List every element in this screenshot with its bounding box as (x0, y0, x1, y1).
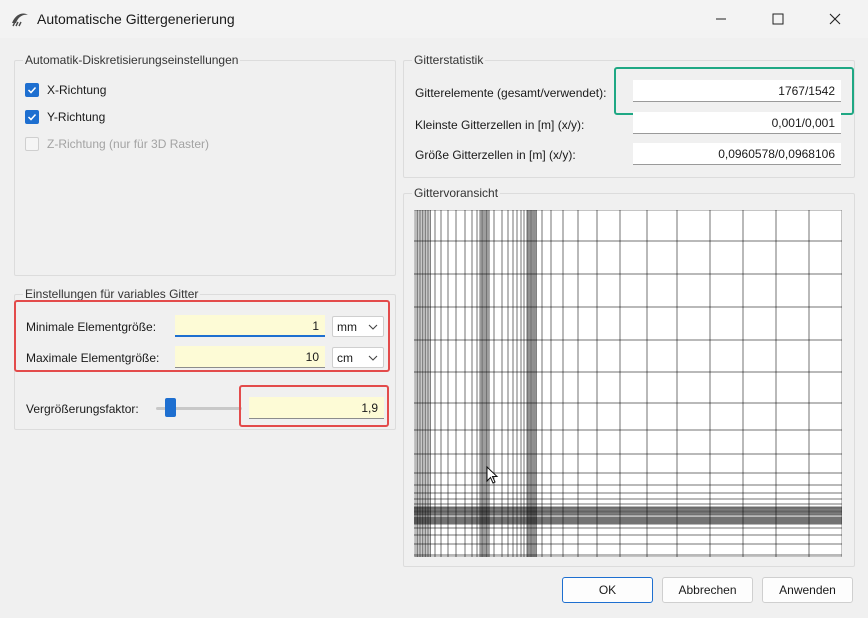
y-direction-checkbox[interactable]: Y-Richtung (25, 108, 105, 126)
smallest-cells-label: Kleinste Gitterzellen in [m] (x/y): (415, 118, 585, 132)
largest-cells-label: Größe Gitterzellen in [m] (x/y): (415, 148, 576, 162)
x-direction-label: X-Richtung (47, 83, 107, 97)
z-direction-checkbox[interactable]: Z-Richtung (nur für 3D Raster) (25, 135, 209, 153)
checkbox-checked-icon (25, 110, 39, 124)
app-logo-icon (12, 13, 28, 27)
z-direction-label: Z-Richtung (nur für 3D Raster) (47, 137, 210, 151)
discretization-group: Automatik-Diskretisierungseinstellungen … (14, 53, 396, 276)
close-icon (829, 13, 841, 25)
discretization-group-title: Automatik-Diskretisierungseinstellungen (23, 53, 241, 67)
apply-button[interactable]: Anwenden (762, 577, 853, 603)
grid-elements-highlight (614, 67, 854, 115)
growth-factor-label: Vergrößerungsfaktor: (26, 402, 139, 416)
y-direction-label: Y-Richtung (47, 110, 106, 124)
maximize-icon (772, 13, 784, 25)
growth-factor-slider-thumb[interactable] (164, 398, 176, 417)
maximize-button[interactable] (755, 0, 801, 38)
mouse-cursor-icon (486, 466, 499, 484)
minimize-button[interactable] (698, 0, 744, 38)
largest-cells-value: 0,0960578/0,0968106 (633, 143, 841, 165)
x-direction-checkbox[interactable]: X-Richtung (25, 81, 106, 99)
grid-preview-group-title: Gittervoransicht (412, 186, 501, 200)
smallest-cells-value: 0,001/0,001 (633, 112, 841, 134)
ok-button[interactable]: OK (562, 577, 653, 603)
checkbox-checked-icon (25, 83, 39, 97)
checkbox-unchecked-icon (25, 137, 39, 151)
close-button[interactable] (812, 0, 858, 38)
window-title: Automatische Gittergenerierung (37, 11, 235, 27)
grid-elements-label: Gitterelemente (gesamt/verwendet): (415, 86, 607, 100)
minimize-icon (716, 18, 726, 20)
variable-grid-group-title: Einstellungen für variables Gitter (23, 287, 201, 301)
cancel-button[interactable]: Abbrechen (662, 577, 753, 603)
element-size-highlight (14, 300, 390, 372)
grid-preview-canvas (414, 210, 842, 557)
statistics-group-title: Gitterstatistik (412, 53, 486, 67)
title-bar: Automatische Gittergenerierung (0, 0, 868, 38)
growth-factor-highlight (239, 385, 389, 427)
